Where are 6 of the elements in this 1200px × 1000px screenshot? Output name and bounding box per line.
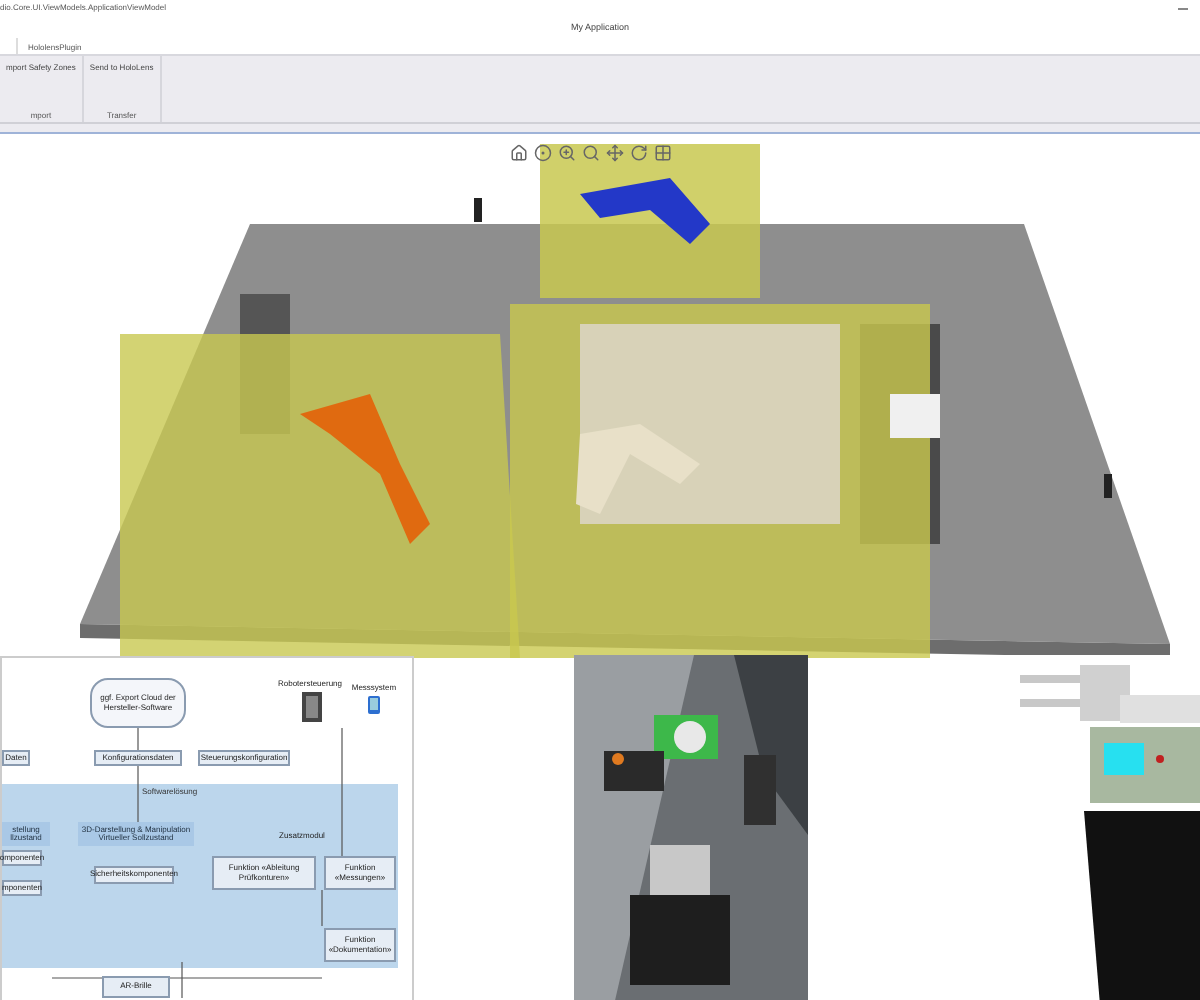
connector-line: [137, 765, 139, 823]
connector-line: [321, 889, 323, 927]
connector-line: [137, 727, 139, 751]
connector-line: [341, 727, 343, 857]
tablet-icon: [368, 696, 380, 714]
server-icon: [302, 692, 322, 722]
